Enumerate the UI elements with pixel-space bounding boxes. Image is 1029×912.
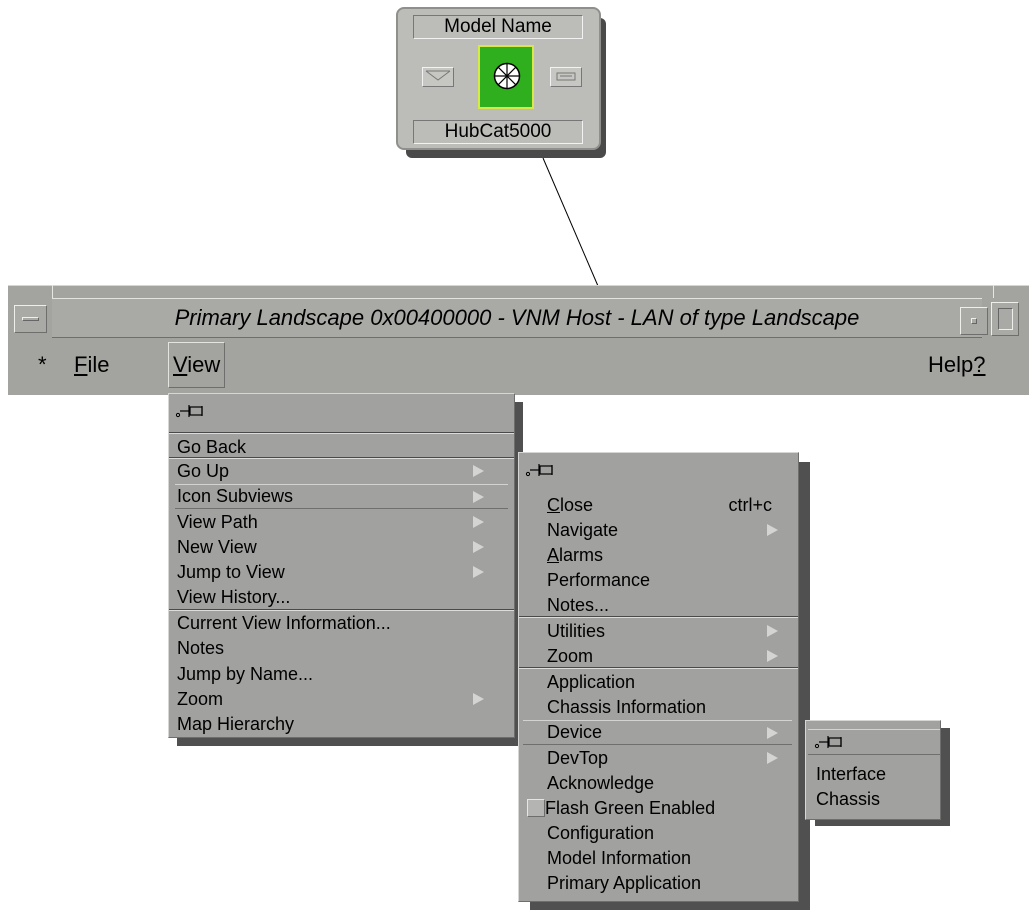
menu-item-devtop[interactable]: DevTop	[545, 746, 792, 771]
submenu-arrow-icon	[473, 541, 484, 553]
menu-item-jump-by-name[interactable]: Jump by Name...	[175, 662, 508, 687]
menu-view[interactable]: View	[168, 342, 226, 388]
menu-item-device[interactable]: Device	[523, 720, 792, 745]
model-icon[interactable]: Model Name HubCat5000	[396, 7, 601, 150]
menu-item-chassis[interactable]: Chassis	[814, 787, 934, 812]
menu-item-close[interactable]: Close ctrl+c	[545, 493, 792, 518]
flash-green-label: Flash Green Enabled	[545, 798, 716, 818]
icon-subviews-menu: Close ctrl+c Navigate Alarms Performance …	[518, 452, 799, 902]
menu-item-model-information[interactable]: Model Information	[545, 846, 792, 871]
menu-item-map-hierarchy[interactable]: Map Hierarchy	[175, 712, 508, 737]
view-path-label: View Path	[177, 512, 258, 532]
menu-separator	[519, 616, 798, 618]
device-status-button[interactable]	[478, 45, 534, 109]
menu-item-alarms[interactable]: Alarms	[545, 543, 792, 568]
menu-item-notes[interactable]: Notes	[175, 636, 508, 661]
menu-item-view-path[interactable]: View Path	[175, 510, 508, 535]
view-mnemonic: V	[173, 352, 188, 377]
menu-help[interactable]: Help?	[928, 340, 986, 390]
minimize-button[interactable]	[960, 307, 988, 335]
submenu-arrow-icon	[767, 650, 778, 662]
alarms-mnemonic: A	[547, 545, 560, 565]
file-label: ile	[87, 352, 110, 377]
navigate-label: Navigate	[547, 520, 619, 540]
menu-item-jump-to-view[interactable]: Jump to View	[175, 560, 508, 585]
menu-item-flash-green-enabled[interactable]: Flash Green Enabled	[523, 796, 792, 821]
landscape-window: Primary Landscape 0x00400000 - VNM Host …	[8, 285, 1029, 395]
submenu-arrow-icon	[473, 566, 484, 578]
menu-item-interface[interactable]: Interface	[814, 762, 934, 787]
zoom-label: Zoom	[177, 689, 224, 709]
submenu-arrow-icon	[473, 491, 484, 503]
help-mnemonic: ?	[973, 352, 986, 377]
port-icon[interactable]	[550, 67, 582, 87]
submenu-arrow-icon	[473, 516, 484, 528]
menu-separator	[169, 432, 514, 434]
window-menu-button[interactable]	[14, 305, 47, 333]
file-mnemonic: F	[74, 352, 88, 377]
go-up-label: Go Up	[177, 461, 230, 481]
menu-item-performance[interactable]: Performance	[545, 568, 792, 593]
submenu-arrow-icon	[473, 693, 484, 705]
maximize-button[interactable]	[991, 302, 1019, 336]
view-menu: Go Back Go Up Icon Subviews View Path Ne…	[168, 393, 515, 738]
pushpin-icon[interactable]	[814, 733, 850, 751]
device-menu: Interface Chassis	[805, 720, 941, 820]
pushpin-icon[interactable]	[525, 461, 561, 479]
menu-item-zoom[interactable]: Zoom	[175, 687, 508, 712]
menu-item-icon-subviews[interactable]: Icon Subviews	[175, 484, 508, 509]
frame-divider-right	[993, 285, 994, 298]
submenu-arrow-icon	[767, 752, 778, 764]
new-view-label: New View	[177, 537, 257, 557]
submenu-arrow-icon	[767, 625, 778, 637]
menu-item-chassis-information[interactable]: Chassis Information	[545, 695, 792, 720]
menu-separator	[519, 667, 798, 669]
menu-item-go-up[interactable]: Go Up	[175, 459, 508, 484]
menu-item-acknowledge[interactable]: Acknowledge	[545, 771, 792, 796]
menu-item-primary-application[interactable]: Primary Application	[545, 871, 792, 896]
view-label: iew	[187, 352, 221, 377]
hub-wheel-icon	[493, 62, 521, 90]
menu-bar: * File View Help?	[8, 340, 1029, 395]
close-mnemonic: C	[547, 495, 560, 515]
menu-item-application[interactable]: Application	[545, 670, 792, 695]
menu-item-utilities[interactable]: Utilities	[545, 619, 792, 644]
menu-item-view-history[interactable]: View History...	[175, 585, 508, 610]
envelope-icon[interactable]	[422, 67, 454, 87]
icon-subviews-label: Icon Subviews	[177, 486, 294, 506]
jump-to-view-label: Jump to View	[177, 562, 285, 582]
menu-item-notes[interactable]: Notes...	[545, 593, 792, 618]
menu-star[interactable]: *	[38, 340, 47, 390]
menu-item-navigate[interactable]: Navigate	[545, 518, 792, 543]
device-label: Device	[547, 722, 603, 742]
menu-item-new-view[interactable]: New View	[175, 535, 508, 560]
submenu-arrow-icon	[473, 465, 484, 477]
menu-item-configuration[interactable]: Configuration	[545, 821, 792, 846]
model-name-label: Model Name	[413, 15, 583, 39]
close-label: lose	[560, 495, 594, 515]
zoom-label: Zoom	[547, 646, 594, 666]
submenu-arrow-icon	[767, 727, 778, 739]
menu-item-zoom[interactable]: Zoom	[545, 644, 792, 669]
checkbox-icon[interactable]	[527, 799, 545, 817]
alarms-label: larms	[559, 545, 604, 565]
device-name-label: HubCat5000	[413, 120, 583, 144]
submenu-arrow-icon	[767, 524, 778, 536]
utilities-label: Utilities	[547, 621, 606, 641]
menu-item-current-view-information[interactable]: Current View Information...	[175, 611, 508, 636]
close-accelerator: ctrl+c	[728, 495, 772, 515]
frame-divider-left	[52, 285, 53, 298]
frame-top-edge	[8, 285, 1029, 286]
window-title[interactable]: Primary Landscape 0x00400000 - VNM Host …	[52, 298, 982, 338]
help-label: Help	[928, 352, 974, 377]
pushpin-icon[interactable]	[175, 402, 211, 420]
menu-file[interactable]: File	[74, 340, 109, 390]
devtop-label: DevTop	[547, 748, 609, 768]
